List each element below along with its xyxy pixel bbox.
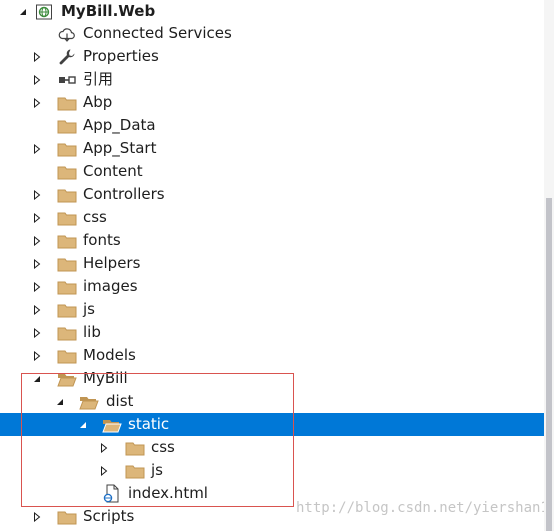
tree-row-folder-dist[interactable]: dist xyxy=(0,390,544,413)
folder-open-icon xyxy=(57,369,77,388)
tree-item-label: Connected Services xyxy=(83,24,232,42)
tree-row-folder-mybill[interactable]: MyBill xyxy=(0,367,544,390)
tree-row-folder[interactable]: css xyxy=(0,206,544,229)
tree-row-folder[interactable]: App_Start xyxy=(0,137,544,160)
folder-icon xyxy=(57,139,77,158)
tree-row-folder[interactable]: fonts xyxy=(0,229,544,252)
html-file-icon xyxy=(102,484,122,503)
tree-row-connected-services[interactable]: Connected Services xyxy=(0,22,544,45)
collapsed-arrow-icon[interactable] xyxy=(30,252,44,275)
connected-services-icon xyxy=(57,24,77,43)
solution-explorer-tree: MyBill.Web Connected Services Properties xyxy=(0,0,554,531)
collapsed-arrow-icon[interactable] xyxy=(97,436,111,459)
collapsed-arrow-icon[interactable] xyxy=(30,183,44,206)
tree-item-label: Scripts xyxy=(83,507,135,525)
tree-row-folder[interactable]: lib xyxy=(0,321,544,344)
expanded-arrow-icon[interactable] xyxy=(30,367,44,390)
collapsed-arrow-icon[interactable] xyxy=(30,298,44,321)
folder-icon xyxy=(57,346,77,365)
vertical-scrollbar-thumb[interactable] xyxy=(546,198,552,531)
folder-icon xyxy=(57,277,77,296)
folder-icon xyxy=(57,300,77,319)
wrench-icon xyxy=(57,47,77,66)
tree-row-properties[interactable]: Properties xyxy=(0,45,544,68)
tree-row-references[interactable]: 引用 xyxy=(0,68,544,91)
collapsed-arrow-icon[interactable] xyxy=(30,344,44,367)
collapsed-arrow-icon[interactable] xyxy=(30,206,44,229)
tree-item-label: Content xyxy=(83,162,143,180)
tree-item-label: Models xyxy=(83,346,136,364)
folder-icon xyxy=(57,162,77,181)
tree-item-label: Properties xyxy=(83,47,159,65)
folder-icon xyxy=(125,461,145,480)
folder-icon xyxy=(57,254,77,273)
tree-item-label: App_Data xyxy=(83,116,156,134)
project-name: MyBill.Web xyxy=(61,2,156,20)
collapsed-arrow-icon[interactable] xyxy=(30,505,44,528)
tree-item-label: images xyxy=(83,277,138,295)
tree-item-label: MyBill xyxy=(83,369,128,387)
folder-icon xyxy=(57,208,77,227)
folder-icon xyxy=(57,185,77,204)
watermark-text: http://blog.csdn.net/yiershan1314 xyxy=(296,500,554,516)
tree-item-label: static xyxy=(128,415,170,433)
tree-row-folder[interactable]: Controllers xyxy=(0,183,544,206)
tree-row-folder-static-selected[interactable]: static xyxy=(0,413,544,436)
tree-row-folder[interactable]: Helpers xyxy=(0,252,544,275)
tree-row-folder[interactable]: js xyxy=(0,459,544,482)
tree-item-label: fonts xyxy=(83,231,121,249)
collapsed-arrow-icon[interactable] xyxy=(30,321,44,344)
folder-icon xyxy=(57,323,77,342)
tree-row-project[interactable]: MyBill.Web xyxy=(0,0,544,23)
collapsed-arrow-icon[interactable] xyxy=(30,275,44,298)
expanded-arrow-icon[interactable] xyxy=(16,0,30,23)
folder-open-icon xyxy=(102,415,122,434)
tree-row-folder[interactable]: images xyxy=(0,275,544,298)
tree-item-label: Abp xyxy=(83,93,113,111)
folder-icon xyxy=(57,116,77,135)
folder-icon xyxy=(57,93,77,112)
tree-item-label: lib xyxy=(83,323,101,341)
collapsed-arrow-icon[interactable] xyxy=(30,137,44,160)
collapsed-arrow-icon[interactable] xyxy=(30,91,44,114)
folder-open-icon xyxy=(79,392,99,411)
expanded-arrow-icon[interactable] xyxy=(76,413,90,436)
folder-icon xyxy=(57,231,77,250)
tree-item-label: App_Start xyxy=(83,139,157,157)
tree-row-folder[interactable]: Abp xyxy=(0,91,544,114)
tree-item-label: 引用 xyxy=(83,70,114,88)
tree-item-label: Helpers xyxy=(83,254,141,272)
folder-icon xyxy=(125,438,145,457)
folder-icon xyxy=(57,507,77,526)
tree-row-folder[interactable]: Content xyxy=(0,160,544,183)
tree-item-label: js xyxy=(151,461,163,479)
collapsed-arrow-icon[interactable] xyxy=(30,45,44,68)
tree-row-folder[interactable]: Models xyxy=(0,344,544,367)
tree-item-label: js xyxy=(83,300,95,318)
references-icon xyxy=(57,70,77,89)
collapsed-arrow-icon[interactable] xyxy=(30,229,44,252)
tree-row-folder[interactable]: js xyxy=(0,298,544,321)
tree-item-label: css xyxy=(151,438,175,456)
tree-item-label: index.html xyxy=(128,484,208,502)
expanded-arrow-icon[interactable] xyxy=(53,390,67,413)
web-project-icon xyxy=(34,2,54,21)
collapsed-arrow-icon[interactable] xyxy=(30,68,44,91)
tree-item-label: dist xyxy=(106,392,134,410)
tree-item-label: Controllers xyxy=(83,185,165,203)
collapsed-arrow-icon[interactable] xyxy=(97,459,111,482)
tree-row-folder[interactable]: css xyxy=(0,436,544,459)
tree-item-label: css xyxy=(83,208,107,226)
tree-row-folder[interactable]: App_Data xyxy=(0,114,544,137)
